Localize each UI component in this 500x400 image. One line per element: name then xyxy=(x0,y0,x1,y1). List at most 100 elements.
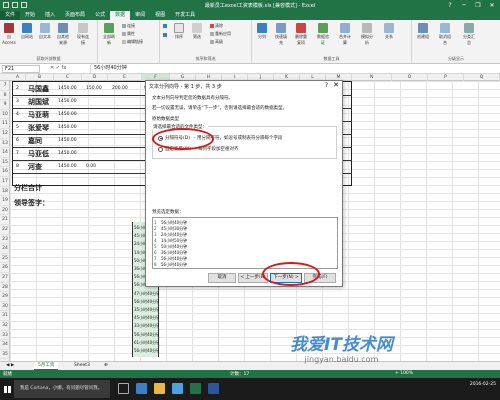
name-box[interactable]: F21 xyxy=(2,65,40,73)
column-header[interactable]: B xyxy=(26,74,54,81)
column-header[interactable]: O xyxy=(392,74,428,81)
refresh-all-button[interactable]: 全部刷新 xyxy=(102,23,116,46)
windows-start-button[interactable] xyxy=(0,378,14,400)
table-cell-e[interactable] xyxy=(112,122,140,134)
column-f-cell[interactable]: 56小时40分钟 xyxy=(134,331,159,339)
table-cell-no[interactable]: 4 xyxy=(16,109,28,121)
sheet-tab-may-salary[interactable]: 5月工资 xyxy=(34,362,59,370)
ungroup-button[interactable]: 取消组合 xyxy=(438,23,452,46)
row-header[interactable]: 19 xyxy=(0,196,10,206)
table-cell-e[interactable] xyxy=(112,148,140,160)
column-f-cell[interactable]: 61小时40分钟 xyxy=(134,339,159,347)
from-other-sources-button[interactable]: 自其他来源 xyxy=(56,23,70,46)
row-header[interactable]: 17 xyxy=(0,177,10,187)
row-header[interactable]: 14 xyxy=(0,148,10,158)
reapply-button[interactable]: 重新应用 xyxy=(210,31,231,37)
row-header[interactable]: 34 xyxy=(0,340,10,350)
tab-file[interactable]: 文件 xyxy=(0,11,21,20)
column-f-cell[interactable]: 35小时40分钟 xyxy=(134,306,159,314)
formula-input[interactable]: 56小时40分钟 xyxy=(90,65,495,73)
table-cell-name[interactable]: 张爱琴 xyxy=(28,122,56,134)
row-header[interactable]: 23 xyxy=(0,235,10,245)
word-taskbar-icon[interactable] xyxy=(208,383,219,394)
row-header[interactable]: 28 xyxy=(0,283,10,293)
advanced-button[interactable]: 高级 xyxy=(210,39,223,45)
row-header[interactable]: 18 xyxy=(0,187,10,197)
help-button[interactable]: ? xyxy=(444,1,456,10)
row-header[interactable]: 13 xyxy=(0,139,10,149)
row-header[interactable]: 24 xyxy=(0,244,10,254)
table-cell-name[interactable]: 嘉同 xyxy=(28,135,56,147)
column-f-cell[interactable]: 45小时40分钟 xyxy=(134,314,159,322)
table-cell-c[interactable]: 1450.00 xyxy=(58,135,84,147)
row-header[interactable]: 21 xyxy=(0,215,10,225)
table-cell-name[interactable]: 马亚萌 xyxy=(28,109,56,121)
table-cell-c[interactable]: 1450.00 xyxy=(58,96,84,108)
add-sheet-icon[interactable]: ⊕ xyxy=(100,362,112,370)
table-cell-d[interactable]: 150.00 xyxy=(86,83,108,95)
connections-button[interactable]: 连接 xyxy=(122,23,135,29)
sort-az-button[interactable] xyxy=(163,23,168,29)
row-header[interactable]: 10 xyxy=(0,110,10,120)
existing-connections-button[interactable]: 现有连接 xyxy=(76,23,90,46)
table-cell-name[interactable]: 河查 xyxy=(28,161,56,173)
row-header[interactable]: 26 xyxy=(0,263,10,273)
table-cell-c[interactable]: 1450.00 xyxy=(58,109,84,121)
table-cell-no[interactable]: 6 xyxy=(16,135,28,147)
tab-view[interactable]: 视图 xyxy=(150,11,170,20)
consolidate-button[interactable]: 合并计算 xyxy=(338,23,352,46)
table-cell-no[interactable]: 7 xyxy=(16,148,28,160)
from-access-button[interactable]: 自 Access xyxy=(2,23,16,45)
flash-fill-button[interactable]: 快速填充 xyxy=(274,23,288,46)
table-cell-name[interactable]: 胡国斌 xyxy=(28,96,56,108)
tab-formulas[interactable]: 公式 xyxy=(90,11,110,20)
table-cell-c[interactable]: 1450.00 xyxy=(58,148,84,160)
table-cell-d[interactable] xyxy=(86,148,108,160)
preview-box[interactable]: 1 56小时40分钟 2 45小时30分钟 3 24小时40分钟 4 14小时50分钟 5 50小… xyxy=(152,217,338,269)
data-validation-button[interactable]: 数据验证 xyxy=(316,23,330,46)
fx-icon[interactable]: ✕ ✓ fx xyxy=(50,65,66,71)
relationships-button[interactable]: 关系 xyxy=(382,23,396,40)
dialog-help-button[interactable]: ? xyxy=(325,82,328,89)
save-icon[interactable] xyxy=(3,2,9,8)
row-header[interactable]: 25 xyxy=(0,254,10,264)
table-cell-d[interactable] xyxy=(86,109,108,121)
column-f-cell[interactable]: 47小时40分钟 xyxy=(134,290,159,298)
table-cell-e[interactable] xyxy=(112,161,140,173)
group-button[interactable]: 创建组 xyxy=(416,23,430,40)
maximize-button[interactable]: ❐ xyxy=(472,1,484,10)
column-header[interactable]: N xyxy=(352,74,392,81)
cortana-search-box[interactable]: 我是 Cortana，小娜。有问题尽管问我。 xyxy=(14,380,110,398)
column-header[interactable]: D xyxy=(82,74,108,81)
table-cell-e[interactable] xyxy=(112,96,140,108)
column-header[interactable]: Q xyxy=(464,74,500,81)
row-header[interactable]: 8 xyxy=(0,91,10,101)
column-header[interactable]: P xyxy=(428,74,464,81)
table-cell-d[interactable] xyxy=(86,96,108,108)
taskbar-clock[interactable]: 2016-02-25 xyxy=(470,382,496,388)
edit-links-button[interactable]: 编辑链接 xyxy=(122,39,143,45)
close-button[interactable]: ✕ xyxy=(486,1,498,10)
from-web-button[interactable]: 自网站 xyxy=(20,23,34,40)
remove-duplicates-button[interactable]: 删除重复项 xyxy=(294,23,308,46)
row-header[interactable]: 32 xyxy=(0,321,10,331)
row-header[interactable]: 29 xyxy=(0,292,10,302)
excel-taskbar-icon[interactable] xyxy=(190,383,201,394)
table-cell-e[interactable] xyxy=(112,135,140,147)
tab-page-layout[interactable]: 页面布局 xyxy=(60,11,90,20)
properties-button[interactable]: 属性 xyxy=(122,31,135,37)
task-view-icon[interactable] xyxy=(118,383,129,394)
row-header[interactable]: 15 xyxy=(0,158,10,168)
text-to-columns-button[interactable]: 分列 xyxy=(255,23,269,40)
row-header[interactable]: 27 xyxy=(0,273,10,283)
table-cell-e[interactable] xyxy=(112,109,140,121)
column-header[interactable]: C xyxy=(54,74,82,81)
column-f-cell[interactable]: 33小时40分钟 xyxy=(134,322,159,330)
row-header[interactable]: 9 xyxy=(0,100,10,110)
what-if-button[interactable]: 模拟分析 xyxy=(360,23,374,46)
table-cell-c[interactable]: 1450.00 xyxy=(58,161,84,173)
table-cell-c[interactable]: 1450.00 xyxy=(58,83,84,95)
table-cell-c[interactable]: 1450.00 xyxy=(58,122,84,134)
row-header[interactable]: 16 xyxy=(0,167,10,177)
row-header[interactable]: 30 xyxy=(0,302,10,312)
